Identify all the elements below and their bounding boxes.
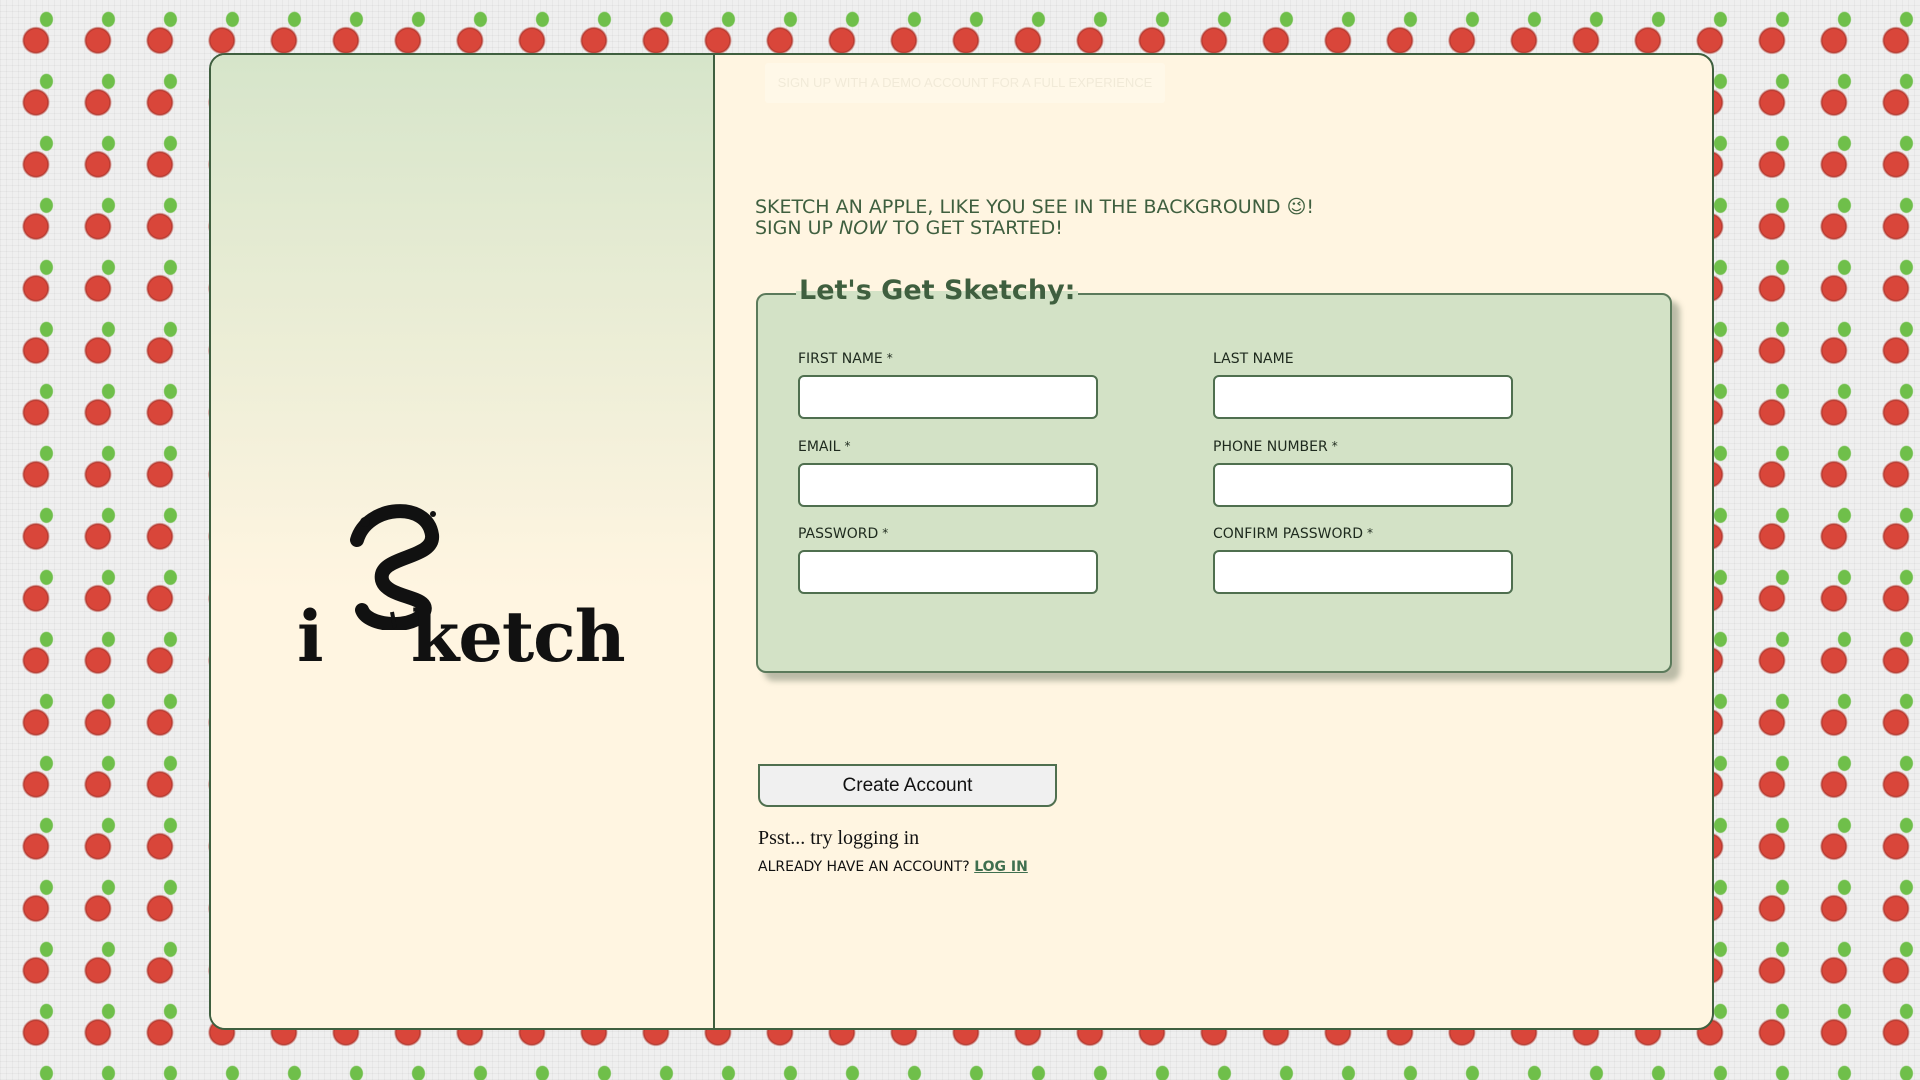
logo-letter-s: S (309, 534, 424, 685)
email-input[interactable] (798, 463, 1098, 507)
signup-panel: SIGN UP WITH A DEMO ACCOUNT FOR A FULL E… (715, 55, 1712, 1028)
login-link[interactable]: Log In (974, 859, 1028, 875)
password-group: Password * (798, 526, 1098, 594)
intro-line-2-emphasis: now (839, 217, 888, 239)
isketch-logo: iSketch (297, 500, 637, 678)
logo-wordmark: iSketch (297, 550, 626, 689)
required-marker: * (886, 351, 893, 365)
email-label-text: Email (798, 439, 841, 455)
required-marker: * (1366, 526, 1373, 540)
last-name-group: Last Name (1213, 351, 1513, 419)
password-label: Password * (798, 526, 1098, 544)
intro-line-2-prefix: Sign up (755, 217, 840, 239)
phone-group: Phone Number * (1213, 439, 1513, 507)
required-marker: * (882, 526, 889, 540)
create-account-button[interactable]: Create Account (758, 764, 1057, 807)
confirm-password-label-text: Confirm Password (1213, 526, 1363, 542)
required-marker: * (1331, 439, 1338, 453)
phone-input[interactable] (1213, 463, 1513, 507)
first-name-label: First Name * (798, 351, 1098, 369)
confirm-password-group: Confirm Password * (1213, 526, 1513, 594)
intro-line-1: Sketch an apple, like you see in the bac… (755, 196, 1315, 218)
password-label-text: Password (798, 526, 879, 542)
logo-letters-ketch: ketch (410, 595, 626, 678)
already-have-account-text: Already have an account? (758, 859, 975, 875)
first-name-label-text: First Name (798, 351, 883, 367)
first-name-input[interactable] (798, 375, 1098, 419)
demo-banner: SIGN UP WITH A DEMO ACCOUNT FOR A FULL E… (765, 63, 1165, 103)
phone-label: Phone Number * (1213, 439, 1513, 457)
password-input[interactable] (798, 550, 1098, 594)
form-legend: Let's Get Sketchy: (796, 273, 1079, 309)
intro-line-2: Sign up now to get started! (755, 218, 1314, 239)
signup-card: iSketch SIGN UP WITH A DEMO ACCOUNT FOR … (209, 53, 1714, 1030)
last-name-label: Last Name (1213, 351, 1513, 369)
login-prompt: Already have an account? Log In (758, 859, 1028, 875)
last-name-label-text: Last Name (1213, 351, 1294, 367)
brand-panel: iSketch (211, 55, 715, 1028)
intro-text: Sketch an apple, like you see in the bac… (755, 197, 1314, 239)
intro-line-2-suffix: to get started! (887, 217, 1063, 239)
email-group: Email * (798, 439, 1098, 507)
confirm-password-input[interactable] (1213, 550, 1513, 594)
email-label: Email * (798, 439, 1098, 457)
psst-hint: Psst... try logging in (758, 827, 920, 849)
confirm-password-label: Confirm Password * (1213, 526, 1513, 544)
last-name-input[interactable] (1213, 375, 1513, 419)
phone-label-text: Phone Number (1213, 439, 1328, 455)
first-name-group: First Name * (798, 351, 1098, 419)
required-marker: * (844, 439, 851, 453)
signup-form: Let's Get Sketchy: First Name * Last Name… (756, 273, 1672, 673)
